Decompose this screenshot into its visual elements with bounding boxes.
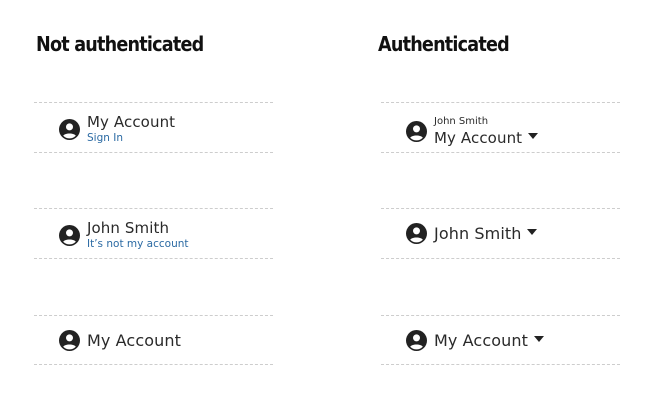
divider xyxy=(381,208,620,209)
my-account-label: My Account xyxy=(87,113,176,131)
account-menu-trigger-name[interactable]: John Smith xyxy=(406,223,538,244)
divider xyxy=(381,364,620,365)
divider xyxy=(34,364,273,365)
user-name-label: John Smith xyxy=(87,219,170,237)
divider xyxy=(381,258,620,259)
account-widget-collapsed[interactable]: My Account xyxy=(59,330,181,351)
user-avatar-icon xyxy=(59,118,80,140)
my-account-label: My Account xyxy=(434,129,523,147)
caret-down-icon xyxy=(533,335,544,342)
divider xyxy=(381,315,620,316)
divider xyxy=(381,102,620,103)
user-avatar-icon xyxy=(59,330,80,351)
account-widget-recognized[interactable]: John Smith It’s not my account xyxy=(59,219,189,251)
divider xyxy=(34,258,273,259)
account-menu-trigger[interactable]: John Smith My Account xyxy=(406,116,539,147)
account-menu-trigger-collapsed[interactable]: My Account xyxy=(406,330,544,351)
user-avatar-icon xyxy=(406,330,427,351)
not-my-account-link[interactable]: It’s not my account xyxy=(87,238,189,251)
account-widget-signed-out[interactable]: My Account Sign In xyxy=(59,113,175,145)
user-avatar-icon xyxy=(406,121,427,142)
divider xyxy=(34,208,273,209)
user-name-label: John Smith xyxy=(434,116,489,127)
my-account-label: My Account xyxy=(434,330,528,350)
divider xyxy=(381,152,620,153)
divider xyxy=(34,315,273,316)
divider xyxy=(34,102,273,103)
divider xyxy=(34,152,273,153)
column-heading-not-authenticated: Not authenticated xyxy=(36,32,204,56)
caret-down-icon xyxy=(528,133,539,139)
sign-in-link[interactable]: Sign In xyxy=(87,132,175,145)
caret-down-icon xyxy=(527,228,538,235)
column-heading-authenticated: Authenticated xyxy=(378,32,510,56)
user-avatar-icon xyxy=(406,223,427,244)
my-account-label: My Account xyxy=(87,330,181,350)
user-avatar-icon xyxy=(59,224,80,246)
user-name-label: John Smith xyxy=(434,223,522,243)
